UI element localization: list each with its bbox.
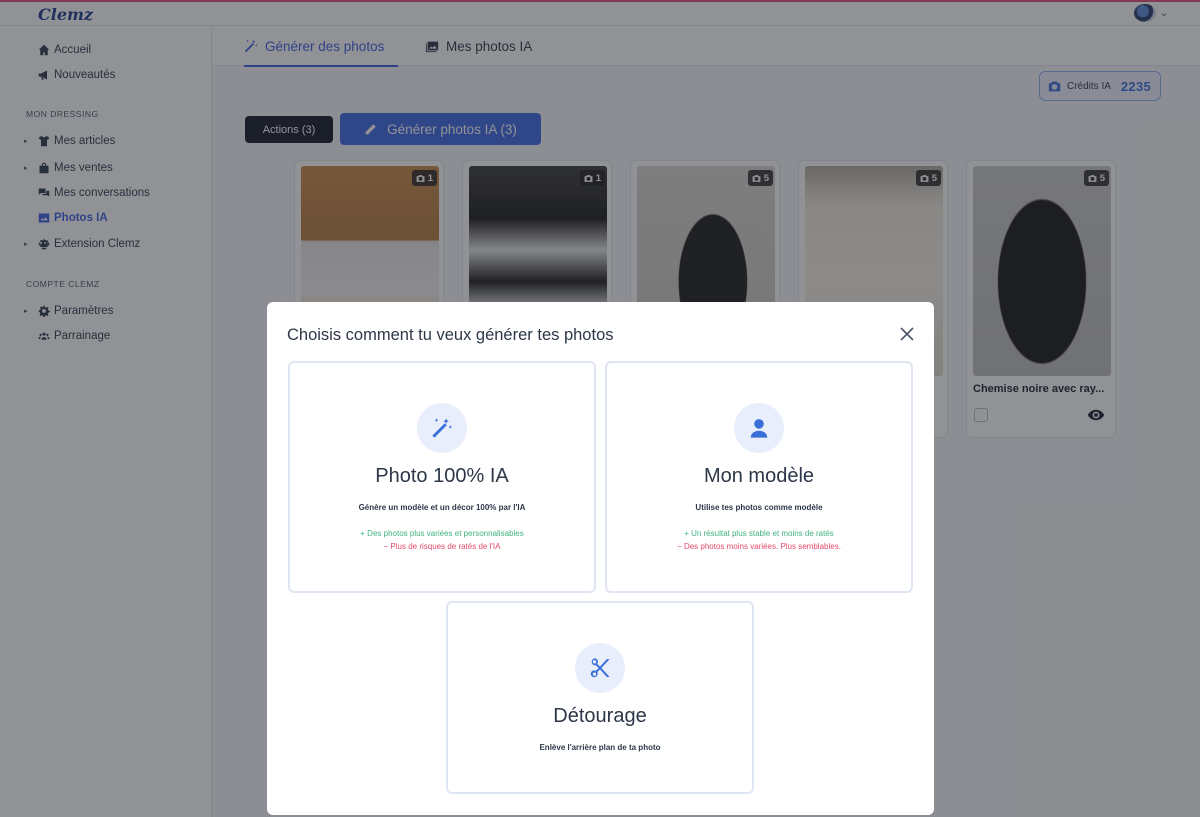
option-title: Photo 100% IA bbox=[375, 465, 509, 487]
close-icon[interactable] bbox=[899, 326, 915, 342]
scissors-icon bbox=[590, 658, 610, 678]
option-icon-circle bbox=[575, 643, 625, 693]
option-description: Génère un modèle et un décor 100% par l'… bbox=[358, 503, 526, 512]
user-icon bbox=[750, 419, 768, 438]
option-icon-circle bbox=[734, 403, 784, 453]
generation-mode-modal: Choisis comment tu veux générer tes phot… bbox=[267, 302, 934, 815]
modal-title: Choisis comment tu veux générer tes phot… bbox=[287, 326, 614, 344]
option-description: Utilise tes photos comme modèle bbox=[695, 503, 823, 512]
option-photo-100-ia[interactable]: Photo 100% IA Génère un modèle et un déc… bbox=[288, 361, 596, 593]
option-pro: + Un résultat plus stable et moins de ra… bbox=[684, 529, 834, 538]
option-pro: + Des photos plus variées et personnalis… bbox=[360, 529, 524, 538]
option-mon-modele[interactable]: Mon modèle Utilise tes photos comme modè… bbox=[605, 361, 913, 593]
option-detourage[interactable]: Détourage Enlève l'arrière plan de ta ph… bbox=[446, 601, 754, 794]
option-description: Enlève l'arrière plan de ta photo bbox=[539, 743, 661, 752]
option-icon-circle bbox=[417, 403, 467, 453]
option-title: Détourage bbox=[553, 705, 647, 727]
option-title: Mon modèle bbox=[703, 465, 815, 487]
option-con: − Des photos moins variées. Plus semblab… bbox=[677, 542, 841, 551]
magic-wand-icon bbox=[432, 418, 453, 438]
option-con: − Plus de risques de ratés de l'IA bbox=[383, 542, 501, 551]
